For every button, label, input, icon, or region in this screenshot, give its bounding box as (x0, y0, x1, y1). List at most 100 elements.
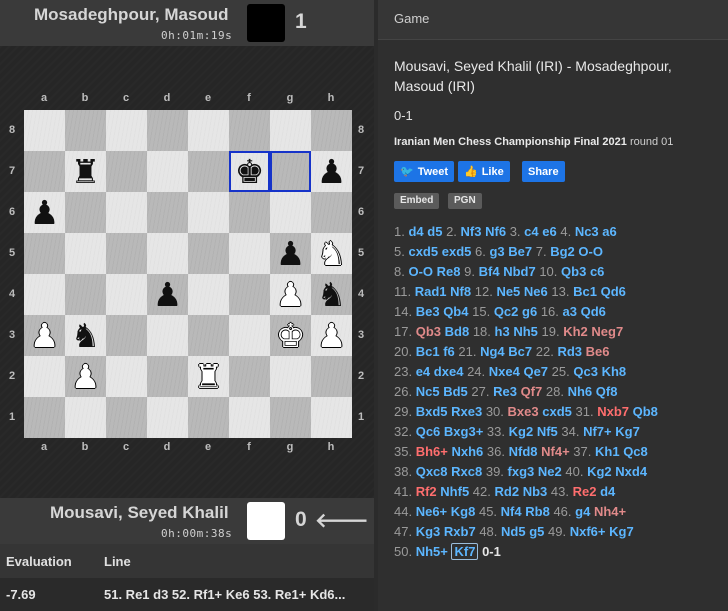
white-pawn-icon[interactable]: ♟ (317, 315, 347, 356)
square-e1[interactable] (188, 397, 229, 438)
move[interactable]: Nb3 (523, 484, 548, 499)
move[interactable]: Nfd8 (509, 444, 538, 459)
square-c1[interactable] (106, 397, 147, 438)
move[interactable]: Nc5 (416, 384, 440, 399)
move[interactable]: Bxg3+ (444, 424, 483, 439)
move[interactable]: Bd5 (443, 384, 468, 399)
square-g3[interactable]: ♚ (270, 315, 311, 356)
square-g1[interactable] (270, 397, 311, 438)
move[interactable]: Nxe4 (489, 364, 520, 379)
move[interactable]: Qb3 (416, 324, 441, 339)
move[interactable]: Nf8 (450, 284, 471, 299)
move[interactable]: exd5 (442, 244, 472, 259)
move[interactable]: cxd5 (542, 404, 572, 419)
move[interactable]: Rf2 (416, 484, 437, 499)
move[interactable]: a6 (602, 224, 616, 239)
move[interactable]: Re3 (493, 384, 517, 399)
black-knight-icon[interactable]: ♞ (317, 274, 347, 315)
move[interactable]: Rad1 (415, 284, 447, 299)
pgn-button[interactable]: PGN (448, 193, 482, 209)
move[interactable]: g6 (522, 304, 537, 319)
move[interactable]: cxd5 (408, 244, 438, 259)
move[interactable]: Nf3 (461, 224, 482, 239)
square-g2[interactable] (270, 356, 311, 397)
move[interactable]: g5 (529, 524, 544, 539)
square-d3[interactable] (147, 315, 188, 356)
move[interactable]: Qxc8 (416, 464, 448, 479)
move[interactable]: Kg3 (416, 524, 441, 539)
move[interactable]: Qb8 (633, 404, 658, 419)
move[interactable]: Bh6+ (416, 444, 448, 459)
square-c5[interactable] (106, 233, 147, 274)
move[interactable]: Nh6 (568, 384, 593, 399)
square-f8[interactable] (229, 110, 270, 151)
move[interactable]: d4 (600, 484, 615, 499)
square-a4[interactable] (24, 274, 65, 315)
square-a3[interactable]: ♟ (24, 315, 65, 356)
move[interactable]: Be3 (416, 304, 440, 319)
embed-button[interactable]: Embed (394, 193, 440, 209)
move[interactable]: Kh2 (563, 324, 588, 339)
square-g8[interactable] (270, 110, 311, 151)
move[interactable]: Rd3 (557, 344, 582, 359)
square-a2[interactable] (24, 356, 65, 397)
square-h2[interactable] (311, 356, 352, 397)
square-b3[interactable]: ♞ (65, 315, 106, 356)
square-h4[interactable]: ♞ (311, 274, 352, 315)
move[interactable]: Kh1 (595, 444, 620, 459)
move[interactable]: h3 (495, 324, 510, 339)
move[interactable]: Kg2 (509, 424, 534, 439)
square-h5[interactable]: ♞ (311, 233, 352, 274)
square-g6[interactable] (270, 192, 311, 233)
square-f6[interactable] (229, 192, 270, 233)
move[interactable]: a3 (563, 304, 577, 319)
move[interactable]: dxe4 (434, 364, 464, 379)
square-c8[interactable] (106, 110, 147, 151)
square-e6[interactable] (188, 192, 229, 233)
tab-game[interactable]: Game (378, 0, 728, 40)
move[interactable]: Bxd5 (416, 404, 448, 419)
square-d4[interactable]: ♟ (147, 274, 188, 315)
square-g7[interactable] (270, 151, 311, 192)
square-h7[interactable]: ♟ (311, 151, 352, 192)
move[interactable]: Rxc8 (451, 464, 482, 479)
square-b5[interactable] (65, 233, 106, 274)
square-b8[interactable] (65, 110, 106, 151)
square-b7[interactable]: ♜ (65, 151, 106, 192)
move[interactable]: Nd5 (501, 524, 526, 539)
move[interactable]: Nhf5 (440, 484, 469, 499)
move[interactable]: Nh4+ (594, 504, 626, 519)
square-a8[interactable] (24, 110, 65, 151)
square-h6[interactable] (311, 192, 352, 233)
move[interactable]: Ne6 (524, 284, 548, 299)
square-c7[interactable] (106, 151, 147, 192)
move[interactable]: Kg2 (587, 464, 612, 479)
move[interactable]: Nh5+ (416, 544, 448, 559)
square-b6[interactable] (65, 192, 106, 233)
move[interactable]: Qb4 (443, 304, 468, 319)
move[interactable]: Ne6+ (416, 504, 447, 519)
move[interactable]: Nf5 (537, 424, 558, 439)
move[interactable]: f6 (443, 344, 455, 359)
move[interactable]: e6 (542, 224, 556, 239)
black-pawn-icon[interactable]: ♟ (276, 233, 306, 274)
move[interactable]: Nc3 (575, 224, 599, 239)
square-a6[interactable]: ♟ (24, 192, 65, 233)
move[interactable]: e4 (416, 364, 430, 379)
move[interactable]: Nxf6+ (570, 524, 606, 539)
square-f2[interactable] (229, 356, 270, 397)
move[interactable]: Rxb7 (444, 524, 476, 539)
square-g4[interactable]: ♟ (270, 274, 311, 315)
move[interactable]: c6 (590, 264, 604, 279)
move[interactable]: Nxd4 (615, 464, 647, 479)
move[interactable]: Kg8 (451, 504, 476, 519)
square-h1[interactable] (311, 397, 352, 438)
move[interactable]: Nf6 (485, 224, 506, 239)
move[interactable]: Nh5 (513, 324, 538, 339)
square-b4[interactable] (65, 274, 106, 315)
move[interactable]: Ne5 (496, 284, 520, 299)
move[interactable]: Rxe3 (451, 404, 482, 419)
black-king-icon[interactable]: ♚ (235, 151, 265, 192)
square-e2[interactable]: ♜ (188, 356, 229, 397)
move[interactable]: Bf4 (479, 264, 500, 279)
